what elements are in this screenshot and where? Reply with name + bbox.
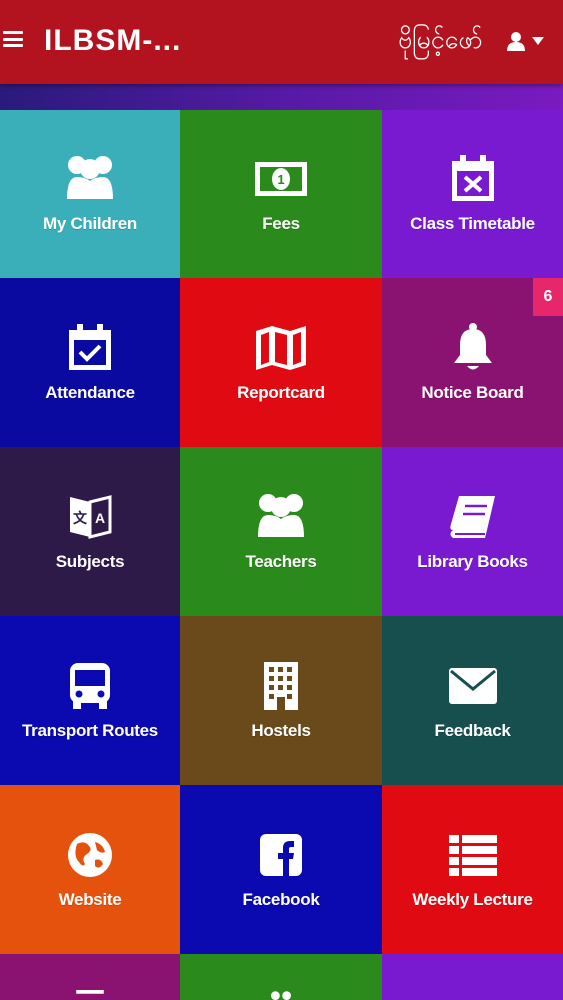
user-menu-button[interactable] <box>506 29 554 53</box>
tile-label: Fees <box>262 214 300 233</box>
bell-icon <box>446 322 500 373</box>
hamburger-icon[interactable] <box>3 31 23 47</box>
globe-icon <box>63 830 117 880</box>
tile-partial-1[interactable] <box>0 954 180 1000</box>
bus-icon <box>63 661 117 711</box>
money-icon: 1 <box>254 154 308 204</box>
tile-label: Transport Routes <box>22 720 158 740</box>
tile-notice-board[interactable]: 6 Notice Board <box>382 278 563 447</box>
tile-label: My Children <box>43 214 137 233</box>
language-selector[interactable]: ဗိုမြင့်ဖော် <box>398 24 483 61</box>
app-header: ILBSM-... ဗိုမြင့်ဖော် <box>0 0 563 84</box>
tile-label: Weekly Lecture <box>412 889 533 909</box>
tile-transport-routes[interactable]: Transport Routes <box>0 616 180 785</box>
calendar-check-icon <box>63 323 117 373</box>
envelope-icon <box>446 661 500 711</box>
tile-reportcard[interactable]: Reportcard <box>180 278 382 447</box>
map-icon <box>254 323 308 373</box>
tile-website[interactable]: Website <box>0 785 180 954</box>
tile-label: Facebook <box>242 889 320 909</box>
app-title: ILBSM-... <box>44 24 182 57</box>
tile-label: Subjects <box>55 551 125 571</box>
svg-text:1: 1 <box>277 172 284 187</box>
tile-fees[interactable]: 1 Fees <box>180 110 382 278</box>
teachers-icon <box>254 492 308 542</box>
tile-facebook[interactable]: Facebook <box>180 785 382 954</box>
tile-label: Class Timetable <box>410 214 535 233</box>
children-icon <box>63 154 117 204</box>
list-icon <box>76 990 104 994</box>
tile-label: Library Books <box>417 551 528 571</box>
caret-down-icon <box>532 37 544 45</box>
svg-text:文: 文 <box>73 510 88 526</box>
tile-my-children[interactable]: My Children <box>0 110 180 278</box>
svg-text:A: A <box>95 510 105 526</box>
list-icon <box>446 830 500 880</box>
tile-partial-2[interactable] <box>180 954 382 1000</box>
tile-label: Website <box>58 889 122 909</box>
tile-attendance[interactable]: Attendance <box>0 278 180 447</box>
notification-badge: 6 <box>533 278 563 316</box>
tile-class-timetable[interactable]: Class Timetable <box>382 110 563 278</box>
tile-label: Notice Board <box>421 382 524 402</box>
calendar-x-icon <box>446 154 500 204</box>
tile-label: Attendance <box>45 382 135 402</box>
tile-label: Hostels <box>251 720 311 740</box>
tile-label: Reportcard <box>237 382 325 402</box>
tile-label: Feedback <box>434 720 511 740</box>
book-icon <box>446 492 500 542</box>
facebook-icon <box>254 830 308 880</box>
tile-partial-3[interactable] <box>382 954 563 1000</box>
tile-feedback[interactable]: Feedback <box>382 616 563 785</box>
user-icon <box>507 32 525 51</box>
tile-library-books[interactable]: Library Books <box>382 447 563 616</box>
teachers-icon <box>271 991 291 1000</box>
translate-icon: 文 A <box>63 492 117 542</box>
tile-teachers[interactable]: Teachers <box>180 447 382 616</box>
tile-label: Teachers <box>245 551 317 571</box>
tile-subjects[interactable]: 文 A Subjects <box>0 447 180 616</box>
building-icon <box>254 661 308 711</box>
tile-hostels[interactable]: Hostels <box>180 616 382 785</box>
tile-weekly-lecture[interactable]: Weekly Lecture <box>382 785 563 954</box>
